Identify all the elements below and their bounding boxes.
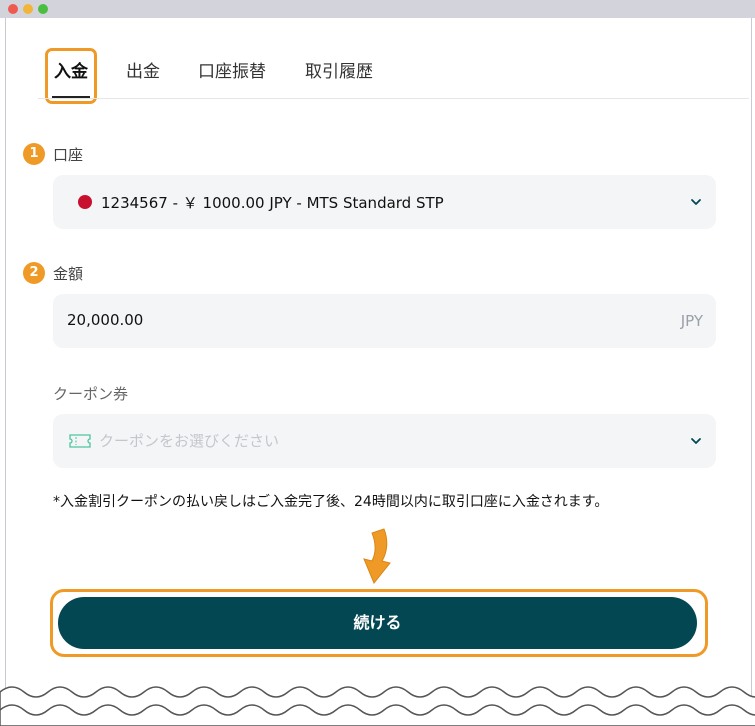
continue-button[interactable]: 続ける [58, 597, 697, 649]
step-two-badge: 2 [23, 262, 45, 284]
tab-history[interactable]: 取引履歴 [305, 57, 373, 82]
amount-currency: JPY [680, 312, 703, 330]
account-select[interactable]: 1234567 - ￥ 1000.00 JPY - MTS Standard S… [53, 175, 716, 229]
amount-input[interactable]: 20,000.00 JPY [53, 294, 716, 348]
chevron-down-icon [691, 199, 701, 205]
account-label: 口座 [53, 146, 84, 164]
chevron-down-icon [691, 438, 701, 444]
coupon-label: クーポン券 [53, 385, 129, 403]
account-value: 1234567 - ￥ 1000.00 JPY - MTS Standard S… [101, 194, 444, 212]
coupon-placeholder: クーポンをお選びください [99, 432, 280, 450]
amount-value: 20,000.00 [67, 311, 144, 329]
app-window: 入金 出金 口座振替 取引履歴 1 口座 1234567 - ￥ 1000.00… [0, 0, 755, 726]
amount-label: 金額 [53, 265, 84, 283]
tabs-divider [38, 98, 749, 99]
tab-deposit[interactable]: 入金 [54, 57, 88, 82]
window-titlebar [0, 0, 755, 18]
close-window-icon[interactable] [8, 4, 18, 14]
coupon-refund-note: *入金割引クーポンの払い戻しはご入金完了後、24時間以内に取引口座に入金されます… [53, 494, 609, 510]
tab-withdraw[interactable]: 出金 [126, 57, 160, 82]
minimize-window-icon[interactable] [23, 4, 33, 14]
japan-flag-icon [78, 195, 92, 209]
pointer-arrow-icon [363, 528, 391, 584]
step-one-badge: 1 [23, 143, 45, 165]
torn-edge-decoration [0, 686, 755, 726]
ticket-icon [69, 434, 91, 448]
tab-transfer[interactable]: 口座振替 [198, 57, 266, 82]
maximize-window-icon[interactable] [38, 4, 48, 14]
coupon-select[interactable]: クーポンをお選びください [53, 414, 716, 468]
